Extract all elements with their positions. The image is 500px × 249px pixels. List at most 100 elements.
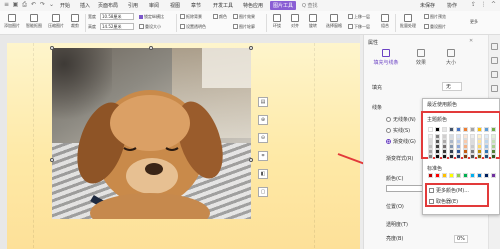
theme-color-swatch[interactable]	[456, 154, 461, 159]
theme-color-swatch[interactable]	[484, 154, 489, 159]
lock-ratio-checkbox[interactable]: 锁定纵横比	[139, 14, 164, 20]
send-backward-button[interactable]: 下移一层	[348, 24, 370, 30]
preview-button[interactable]: 图片预览	[424, 14, 446, 20]
width-input[interactable]: 10.58厘米	[100, 13, 134, 20]
menu-picture-tools[interactable]: 图片工具	[270, 1, 297, 10]
more-icon[interactable]: ⌄	[48, 1, 55, 8]
standard-color-swatch[interactable]	[435, 173, 440, 178]
layout-icon[interactable]: ▤	[258, 97, 268, 107]
resize-handle-e[interactable]	[249, 158, 253, 162]
reset-size-button[interactable]: 重设大小	[139, 24, 161, 30]
outline-button[interactable]: 图片轮廓	[233, 24, 255, 30]
theme-color-swatch[interactable]	[463, 154, 468, 159]
theme-color-swatch[interactable]	[435, 154, 440, 159]
menu-developer[interactable]: 开发工具	[213, 2, 233, 9]
crop-icon[interactable]: ⌗	[258, 151, 268, 161]
theme-color-swatch[interactable]	[477, 127, 482, 132]
help-icon[interactable]	[491, 85, 498, 92]
redo-icon[interactable]: ↷	[39, 1, 46, 8]
combine-button[interactable]: 组合	[378, 14, 392, 29]
menu-special[interactable]: 特色应用	[243, 2, 263, 9]
theme-color-swatch[interactable]	[449, 154, 454, 159]
zoom-out-icon[interactable]: ⊖	[258, 133, 268, 143]
save-icon[interactable]: ▣	[12, 1, 19, 8]
theme-color-swatch[interactable]	[470, 127, 475, 132]
theme-color-swatch[interactable]	[470, 154, 475, 159]
smart-cutout-button[interactable]: 智能抠图	[24, 14, 44, 29]
resize-handle-w[interactable]	[50, 158, 54, 162]
menu-insert[interactable]: 插入	[80, 2, 90, 9]
resize-handle-nw[interactable]	[50, 46, 54, 50]
line-option-none[interactable]: 无线条(N)	[386, 116, 416, 123]
resize-handle-ne[interactable]	[249, 46, 253, 50]
unsaved-status[interactable]: 未保存	[420, 2, 435, 9]
theme-color-swatch[interactable]	[442, 127, 447, 132]
more-button[interactable]: 更多	[470, 19, 478, 25]
fill-section-label[interactable]: 填充	[372, 84, 382, 91]
more-colors-item[interactable]: 更多颜色(M)...	[429, 187, 469, 194]
tab-fill-line[interactable]: 填充与线条	[372, 49, 400, 66]
standard-color-swatch[interactable]	[477, 173, 482, 178]
reset-picture-button[interactable]: 重设图片	[424, 24, 446, 30]
collab-button[interactable]: 协作	[447, 2, 457, 9]
theme-color-swatch[interactable]	[442, 154, 447, 159]
wrap-button[interactable]: 环绕	[270, 14, 284, 29]
theme-color-swatch[interactable]	[491, 154, 496, 159]
align-button[interactable]: 对齐	[288, 14, 302, 29]
theme-color-swatch[interactable]	[449, 127, 454, 132]
menu-icon[interactable]: ≡	[3, 1, 10, 8]
eyedropper-item[interactable]: 取色器(E)	[429, 198, 458, 205]
theme-color-swatch[interactable]	[435, 127, 440, 132]
fill-icon[interactable]: ◧	[258, 169, 268, 179]
standard-color-swatch[interactable]	[449, 173, 454, 178]
properties-icon[interactable]	[491, 43, 498, 50]
outline-icon[interactable]: ▢	[258, 187, 268, 197]
brightness-input[interactable]: 0%	[454, 235, 468, 243]
line-section-label[interactable]: 线条	[372, 104, 382, 111]
standard-color-swatch[interactable]	[442, 173, 447, 178]
tab-size[interactable]: 大小	[442, 49, 460, 66]
panel-close-icon[interactable]: ✕	[469, 38, 473, 44]
select-pane-button[interactable]: 选择窗格	[324, 14, 344, 29]
crop-button[interactable]: 裁剪	[68, 14, 82, 29]
collapse-icon[interactable]: ^	[490, 1, 497, 8]
standard-color-swatch[interactable]	[463, 173, 468, 178]
fill-select[interactable]: 无	[442, 82, 463, 91]
effects-button[interactable]: 图片效果	[233, 14, 255, 20]
theme-color-swatch[interactable]	[463, 127, 468, 132]
rotate-button[interactable]: 旋转	[306, 14, 320, 29]
more-options-icon[interactable]: ⋮	[480, 1, 487, 8]
search-box[interactable]: Q 查找	[302, 2, 318, 9]
menu-chapter[interactable]: 章节	[191, 2, 201, 9]
resize-handle-n[interactable]	[149, 46, 153, 50]
color-bar[interactable]	[386, 185, 426, 192]
select-icon[interactable]	[491, 71, 498, 78]
dog-picture[interactable]	[52, 48, 251, 219]
menu-references[interactable]: 引用	[128, 2, 138, 9]
bring-forward-button[interactable]: 上移一层	[348, 14, 370, 20]
height-input[interactable]: 14.52厘米	[100, 23, 134, 30]
line-option-solid[interactable]: 实线(S)	[386, 127, 410, 134]
theme-color-swatch[interactable]	[456, 127, 461, 132]
theme-color-swatch[interactable]	[477, 154, 482, 159]
menu-home[interactable]: 开始	[60, 2, 70, 9]
menu-layout[interactable]: 页面布局	[98, 2, 118, 9]
standard-color-swatch[interactable]	[456, 173, 461, 178]
clear-bg-button[interactable]: 抠除背景	[180, 14, 202, 20]
theme-color-swatch[interactable]	[428, 154, 433, 159]
standard-color-swatch[interactable]	[428, 173, 433, 178]
set-transparent-button[interactable]: 设置透明色	[180, 24, 206, 30]
add-picture-button[interactable]: 添加图片	[2, 14, 22, 29]
compress-button[interactable]: 压缩图片	[46, 14, 66, 29]
share-icon[interactable]: ⇪	[470, 1, 477, 8]
tab-effects[interactable]: 效果	[412, 49, 430, 66]
standard-color-swatch[interactable]	[470, 173, 475, 178]
theme-color-swatch[interactable]	[491, 127, 496, 132]
batch-button[interactable]: 批量处理	[398, 14, 418, 29]
undo-icon[interactable]: ↶	[30, 1, 37, 8]
style-icon[interactable]	[491, 57, 498, 64]
theme-color-swatch[interactable]	[484, 127, 489, 132]
menu-review[interactable]: 审阅	[149, 2, 159, 9]
theme-color-swatch[interactable]	[428, 127, 433, 132]
zoom-in-icon[interactable]: ⊕	[258, 115, 268, 125]
